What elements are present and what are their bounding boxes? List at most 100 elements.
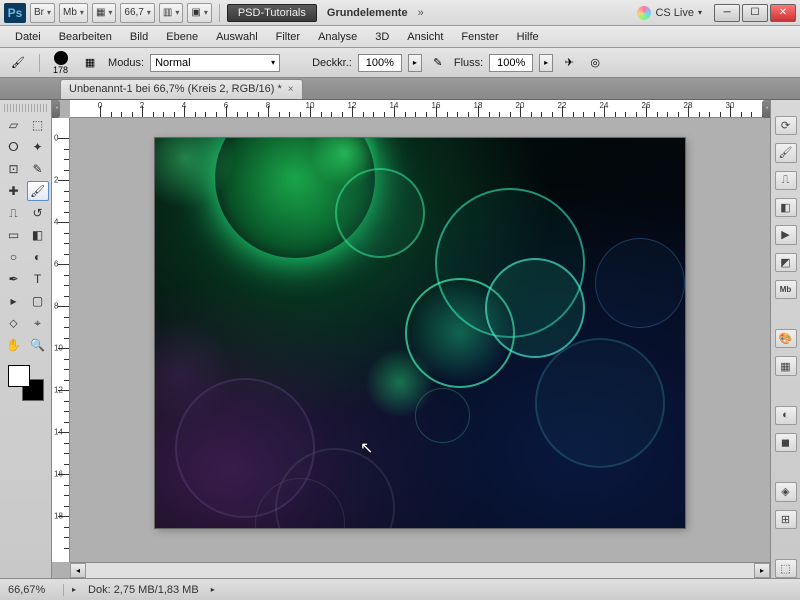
tool-3dcam[interactable]: ⌖ bbox=[27, 313, 49, 333]
tool-pen[interactable]: ✒ bbox=[3, 269, 25, 289]
clone-panel-icon[interactable]: ⎍ bbox=[775, 171, 797, 190]
menu-fenster[interactable]: Fenster bbox=[452, 28, 507, 46]
scroll-right-button[interactable]: ▸ bbox=[754, 563, 770, 578]
tool-blur[interactable]: ○ bbox=[3, 247, 25, 267]
ruler-h-label: 16 bbox=[432, 101, 441, 110]
adjustments-panel-icon[interactable]: ◩ bbox=[775, 253, 797, 272]
tool-crop[interactable]: ⊡ bbox=[3, 159, 25, 179]
tool-type[interactable]: T bbox=[27, 269, 49, 289]
pressure-size-icon[interactable]: ◎ bbox=[585, 54, 605, 72]
tool-history[interactable]: ↺ bbox=[27, 203, 49, 223]
ruler-h-label: 22 bbox=[558, 101, 567, 110]
window-controls: ─ ☐ ✕ bbox=[714, 4, 796, 22]
ruler-v-label: 0 bbox=[54, 134, 58, 143]
brush-preset-picker[interactable]: 178 bbox=[49, 51, 72, 75]
ruler-v-label: 8 bbox=[54, 302, 58, 311]
history-panel-icon[interactable]: ⟳ bbox=[775, 116, 797, 135]
swatches-panel-icon[interactable]: ▦ bbox=[775, 356, 797, 375]
status-bar: 66,67% ▸ Dok: 2,75 MB/1,83 MB ▸ bbox=[0, 578, 800, 600]
menu-analyse[interactable]: Analyse bbox=[309, 28, 366, 46]
tool-hand[interactable]: ✋ bbox=[3, 335, 25, 355]
tool-zoom[interactable]: 🔍 bbox=[27, 335, 49, 355]
color-panel-icon[interactable]: 🎨 bbox=[775, 329, 797, 348]
tool-stamp[interactable]: ⎍ bbox=[3, 203, 25, 223]
maximize-button[interactable]: ☐ bbox=[742, 4, 768, 22]
cs-live-button[interactable]: CS Live ▾ bbox=[637, 6, 702, 20]
tool-shape[interactable]: ▢ bbox=[27, 291, 49, 311]
brush-panel-toggle[interactable]: ▦ bbox=[78, 52, 102, 74]
close-tab-icon[interactable]: × bbox=[288, 84, 294, 95]
expand-panels-handle[interactable] bbox=[762, 100, 770, 118]
opacity-flyout[interactable]: ▸ bbox=[408, 54, 422, 72]
tool-3d[interactable]: ⬦ bbox=[3, 313, 25, 333]
menu-3d[interactable]: 3D bbox=[366, 28, 398, 46]
foreground-color-swatch[interactable] bbox=[8, 365, 30, 387]
close-button[interactable]: ✕ bbox=[770, 4, 796, 22]
minimize-button[interactable]: ─ bbox=[714, 4, 740, 22]
document-tab[interactable]: Unbenannt-1 bei 66,7% (Kreis 2, RGB/16) … bbox=[60, 79, 303, 99]
opacity-input[interactable]: 100% bbox=[358, 54, 402, 72]
airbrush-icon[interactable]: ✈ bbox=[559, 54, 579, 72]
workspace-more-icon[interactable]: » bbox=[418, 7, 424, 19]
menu-filter[interactable]: Filter bbox=[267, 28, 309, 46]
status-flyout-icon[interactable]: ▸ bbox=[72, 585, 76, 594]
menu-ansicht[interactable]: Ansicht bbox=[398, 28, 452, 46]
tool-brush[interactable]: 🖌 bbox=[27, 181, 49, 201]
bridge-button[interactable]: Br bbox=[30, 3, 55, 23]
tool-eraser[interactable]: ▭ bbox=[3, 225, 25, 245]
3d-panel-icon[interactable]: ⬚ bbox=[775, 559, 797, 578]
status-zoom[interactable]: 66,67% bbox=[4, 584, 64, 596]
status-flyout-icon[interactable]: ▸ bbox=[211, 585, 215, 594]
menu-bild[interactable]: Bild bbox=[121, 28, 157, 46]
workspace-psd-tutorials[interactable]: PSD-Tutorials bbox=[227, 4, 317, 22]
tool-move[interactable]: ▱ bbox=[3, 115, 25, 135]
brushpresets-panel-icon[interactable]: ◧ bbox=[775, 198, 797, 217]
status-doc-info[interactable]: Dok: 2,75 MB/1,83 MB bbox=[84, 584, 203, 596]
brush-panel-icon[interactable]: 🖌 bbox=[775, 143, 797, 162]
ruler-v-label: 2 bbox=[54, 176, 58, 185]
ruler-horizontal[interactable]: 024681012141618202224262830 bbox=[70, 100, 770, 118]
minibridge-button[interactable]: Mb bbox=[59, 3, 88, 23]
canvas-area[interactable]: ↖ bbox=[70, 118, 770, 562]
tool-marquee[interactable]: ⬚ bbox=[27, 115, 49, 135]
tool-gradient[interactable]: ◧ bbox=[27, 225, 49, 245]
scroll-track[interactable] bbox=[86, 563, 754, 578]
expand-toolbox-handle[interactable] bbox=[52, 100, 60, 118]
menu-auswahl[interactable]: Auswahl bbox=[207, 28, 267, 46]
color-swatches[interactable] bbox=[8, 365, 44, 401]
right-panel-dock: ⟳ 🖌 ⎍ ◧ ▶ ◩ Mb 🎨 ▦ ◐ ◼ ◈ ⊞ ⬚ bbox=[770, 100, 800, 578]
pressure-opacity-icon[interactable]: ✎ bbox=[428, 54, 448, 72]
menu-bearbeiten[interactable]: Bearbeiten bbox=[50, 28, 121, 46]
tool-path[interactable]: ▸ bbox=[3, 291, 25, 311]
channels-panel-icon[interactable]: ⊞ bbox=[775, 510, 797, 529]
minibridge-panel-icon[interactable]: Mb bbox=[775, 280, 797, 299]
flow-input[interactable]: 100% bbox=[489, 54, 533, 72]
flow-flyout[interactable]: ▸ bbox=[539, 54, 553, 72]
view-extras-button[interactable]: ▦ bbox=[92, 3, 116, 23]
flow-label: Fluss: bbox=[454, 57, 483, 69]
scroll-left-button[interactable]: ◂ bbox=[70, 563, 86, 578]
character-panel-icon[interactable]: ◼ bbox=[775, 433, 797, 452]
screen-mode-button[interactable]: ▣ bbox=[187, 3, 211, 23]
tool-lasso[interactable]: ⵔ bbox=[3, 137, 25, 157]
workspace-grundelemente[interactable]: Grundelemente bbox=[327, 7, 408, 19]
ruler-h-label: 26 bbox=[642, 101, 651, 110]
horizontal-scrollbar[interactable]: ◂ ▸ bbox=[70, 562, 770, 578]
menu-hilfe[interactable]: Hilfe bbox=[508, 28, 548, 46]
layers-panel-icon[interactable]: ◈ bbox=[775, 482, 797, 501]
actions-panel-icon[interactable]: ▶ bbox=[775, 225, 797, 244]
tool-wand[interactable]: ✦ bbox=[27, 137, 49, 157]
canvas[interactable] bbox=[155, 138, 685, 528]
menu-datei[interactable]: Datei bbox=[6, 28, 50, 46]
styles-panel-icon[interactable]: ◐ bbox=[775, 406, 797, 425]
tool-dodge[interactable]: ◐ bbox=[27, 247, 49, 267]
tool-heal[interactable]: ✚ bbox=[3, 181, 25, 201]
blend-mode-select[interactable]: Normal bbox=[150, 54, 280, 72]
current-tool-brush-icon[interactable]: 🖌 bbox=[6, 52, 30, 74]
ruler-vertical[interactable]: 024681012141618 bbox=[52, 118, 70, 562]
tool-eyedrop[interactable]: ✎ bbox=[27, 159, 49, 179]
toolbox-grip[interactable] bbox=[4, 104, 48, 112]
menu-ebene[interactable]: Ebene bbox=[157, 28, 207, 46]
arrange-button[interactable]: ▥ bbox=[159, 3, 183, 23]
zoom-level-dropdown[interactable]: 66,7 bbox=[120, 3, 154, 23]
